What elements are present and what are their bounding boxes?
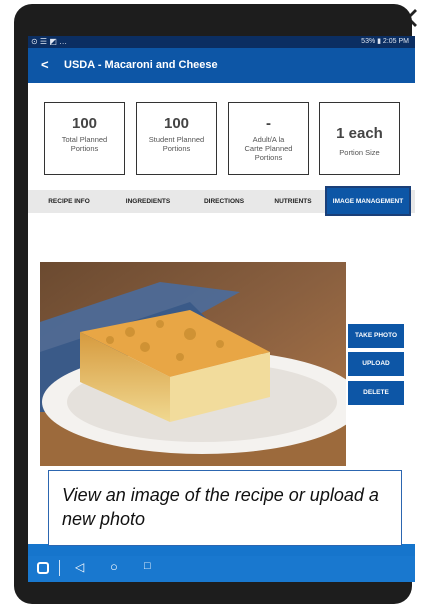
card-adult-planned: - Adult/A la Carte Planned Portions <box>228 102 309 175</box>
delete-button[interactable]: DELETE <box>348 381 404 405</box>
card-total-planned: 100 Total Planned Portions <box>44 102 125 175</box>
card-portion-size: 1 each Portion Size <box>319 102 400 175</box>
system-nav-bar: ◁ ○ □ <box>28 556 415 582</box>
card-label: Adult/A la Carte Planned Portions <box>244 135 293 162</box>
tab-ingredients[interactable]: INGREDIENTS <box>110 190 186 213</box>
recents-nav-icon[interactable]: □ <box>144 560 151 572</box>
page-title: USDA - Macaroni and Cheese <box>64 59 218 71</box>
tab-directions[interactable]: DIRECTIONS <box>186 190 262 213</box>
card-label: Total Planned Portions <box>61 135 108 153</box>
status-bar: ⊙ ☰ ◩ … 53% ▮ 2:05 PM <box>28 36 415 48</box>
active-tab-highlight <box>325 186 411 216</box>
recipe-photo[interactable] <box>40 262 346 466</box>
tab-nutrients[interactable]: NUTRIENTS <box>262 190 324 213</box>
callout-text: View an image of the recipe or upload a … <box>62 485 379 529</box>
back-button[interactable]: < <box>41 57 49 72</box>
card-student-planned: 100 Student Planned Portions <box>136 102 217 175</box>
take-photo-button[interactable]: TAKE PHOTO <box>348 324 404 348</box>
card-label: Portion Size <box>339 148 380 157</box>
home-nav-icon[interactable]: ○ <box>110 559 118 574</box>
nav-divider <box>59 560 60 576</box>
card-label: Student Planned Portions <box>148 135 205 153</box>
tab-recipe-info[interactable]: RECIPE INFO <box>28 190 110 213</box>
card-value: 100 <box>163 115 190 132</box>
status-icons: ⊙ ☰ ◩ … <box>31 37 68 46</box>
card-value: - <box>266 115 271 132</box>
back-nav-icon[interactable]: ◁ <box>75 560 84 574</box>
app-switch-icon[interactable] <box>37 562 49 574</box>
instruction-callout: View an image of the recipe or upload a … <box>48 470 402 546</box>
recipe-image <box>40 262 346 466</box>
status-right-text: 53% ▮ 2:05 PM <box>361 38 409 45</box>
card-value: 100 <box>71 115 98 132</box>
upload-button[interactable]: UPLOAD <box>348 352 404 376</box>
card-value: 1 each <box>336 125 383 142</box>
app-bar: < USDA - Macaroni and Cheese <box>28 48 415 83</box>
